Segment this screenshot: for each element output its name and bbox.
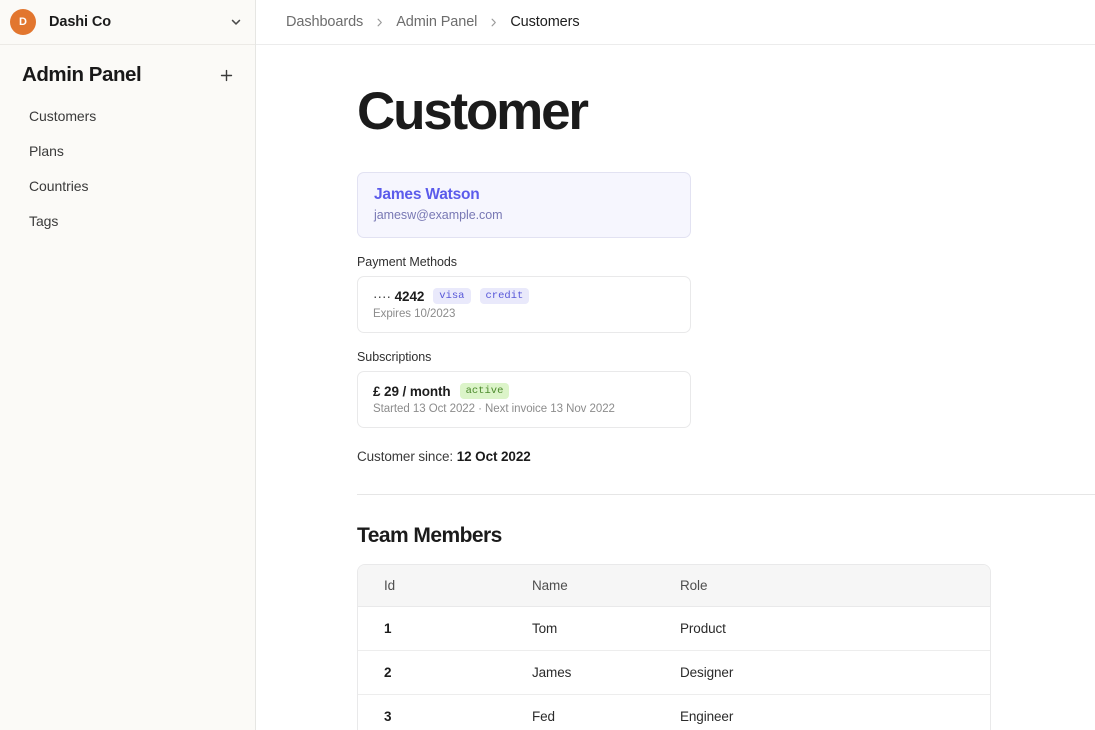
- cell-name: Tom: [506, 606, 654, 651]
- cell-id: 2: [358, 650, 506, 695]
- breadcrumb-item-dashboards[interactable]: Dashboards: [286, 14, 363, 30]
- subscriptions-label: Subscriptions: [357, 350, 432, 364]
- app-root: D Dashi Co Admin Panel Customers Plans C…: [0, 0, 1095, 730]
- customer-summary-card[interactable]: James Watson jamesw@example.com: [357, 172, 691, 238]
- table-row[interactable]: 1 Tom Product: [358, 606, 990, 651]
- table-row[interactable]: 2 James Designer: [358, 650, 990, 695]
- subscription-card: £ 29 / month active Started 13 Oct 2022 …: [357, 371, 691, 428]
- sidebar-item-customers[interactable]: Customers: [22, 98, 237, 133]
- breadcrumb-item-admin-panel[interactable]: Admin Panel: [396, 14, 477, 30]
- team-members-heading: Team Members: [357, 524, 502, 547]
- cell-id: 1: [358, 606, 506, 651]
- customer-since: Customer since: 12 Oct 2022: [357, 449, 1095, 464]
- card-number: ···· 4242: [373, 289, 424, 304]
- chevron-down-icon[interactable]: [229, 15, 243, 29]
- org-name: Dashi Co: [49, 14, 112, 30]
- sidebar-nav-section: Admin Panel Customers Plans Countries Ta…: [0, 45, 255, 238]
- payment-methods-label: Payment Methods: [357, 255, 457, 269]
- cell-role: Engineer: [654, 694, 990, 730]
- org-switcher[interactable]: D Dashi Co: [0, 0, 255, 45]
- chevron-right-icon-2: [488, 17, 499, 28]
- subscription-row: £ 29 / month active: [373, 383, 675, 399]
- table-row[interactable]: 3 Fed Engineer: [358, 694, 990, 730]
- sidebar-section-header: Admin Panel: [22, 63, 237, 87]
- team-members-table: Id Name Role 1 Tom Product 2 James Desig…: [357, 564, 991, 730]
- page-body: Customer James Watson jamesw@example.com…: [256, 45, 1095, 730]
- page-title: Customer: [357, 82, 589, 141]
- card-mask-dots: ····: [373, 288, 391, 304]
- payment-method-row: ···· 4242 visa credit: [373, 288, 675, 304]
- card-expiry: Expires 10/2023: [373, 308, 456, 320]
- payment-method-card: ···· 4242 visa credit Expires 10/2023: [357, 276, 691, 333]
- badge-card-type: credit: [479, 288, 530, 304]
- column-header-id[interactable]: Id: [358, 565, 506, 607]
- cell-id: 3: [358, 694, 506, 730]
- customer-since-value: 12 Oct 2022: [456, 449, 531, 464]
- status-badge: active: [459, 383, 510, 399]
- column-header-name[interactable]: Name: [506, 565, 654, 607]
- sidebar-section-title: Admin Panel: [22, 63, 142, 86]
- customer-name: James Watson: [374, 186, 480, 203]
- breadcrumb-item-customers[interactable]: Customers: [510, 14, 579, 30]
- card-last4: 4242: [394, 288, 425, 304]
- sidebar-nav-list: Customers Plans Countries Tags: [22, 98, 237, 238]
- breadcrumb: Dashboards Admin Panel Customers: [256, 0, 1095, 45]
- customer-email: jamesw@example.com: [374, 208, 503, 222]
- cell-role: Product: [654, 606, 990, 651]
- table-header-row: Id Name Role: [358, 565, 990, 607]
- sidebar-item-tags[interactable]: Tags: [22, 203, 237, 238]
- column-header-role[interactable]: Role: [654, 565, 990, 607]
- badge-card-brand: visa: [433, 288, 471, 304]
- sidebar: D Dashi Co Admin Panel Customers Plans C…: [0, 0, 256, 730]
- cell-name: James: [506, 650, 654, 695]
- customer-since-label: Customer since:: [357, 449, 454, 464]
- avatar: D: [10, 9, 36, 35]
- main-content: Dashboards Admin Panel Customers Custome…: [256, 0, 1095, 730]
- section-divider: [357, 494, 1095, 495]
- cell-role: Designer: [654, 650, 990, 695]
- sidebar-item-countries[interactable]: Countries: [22, 168, 237, 203]
- subscription-price: £ 29 / month: [373, 383, 451, 399]
- cell-name: Fed: [506, 694, 654, 730]
- sidebar-item-plans[interactable]: Plans: [22, 133, 237, 168]
- plus-icon[interactable]: [215, 64, 237, 86]
- chevron-right-icon: [374, 17, 385, 28]
- subscription-meta: Started 13 Oct 2022 · Next invoice 13 No…: [373, 403, 615, 415]
